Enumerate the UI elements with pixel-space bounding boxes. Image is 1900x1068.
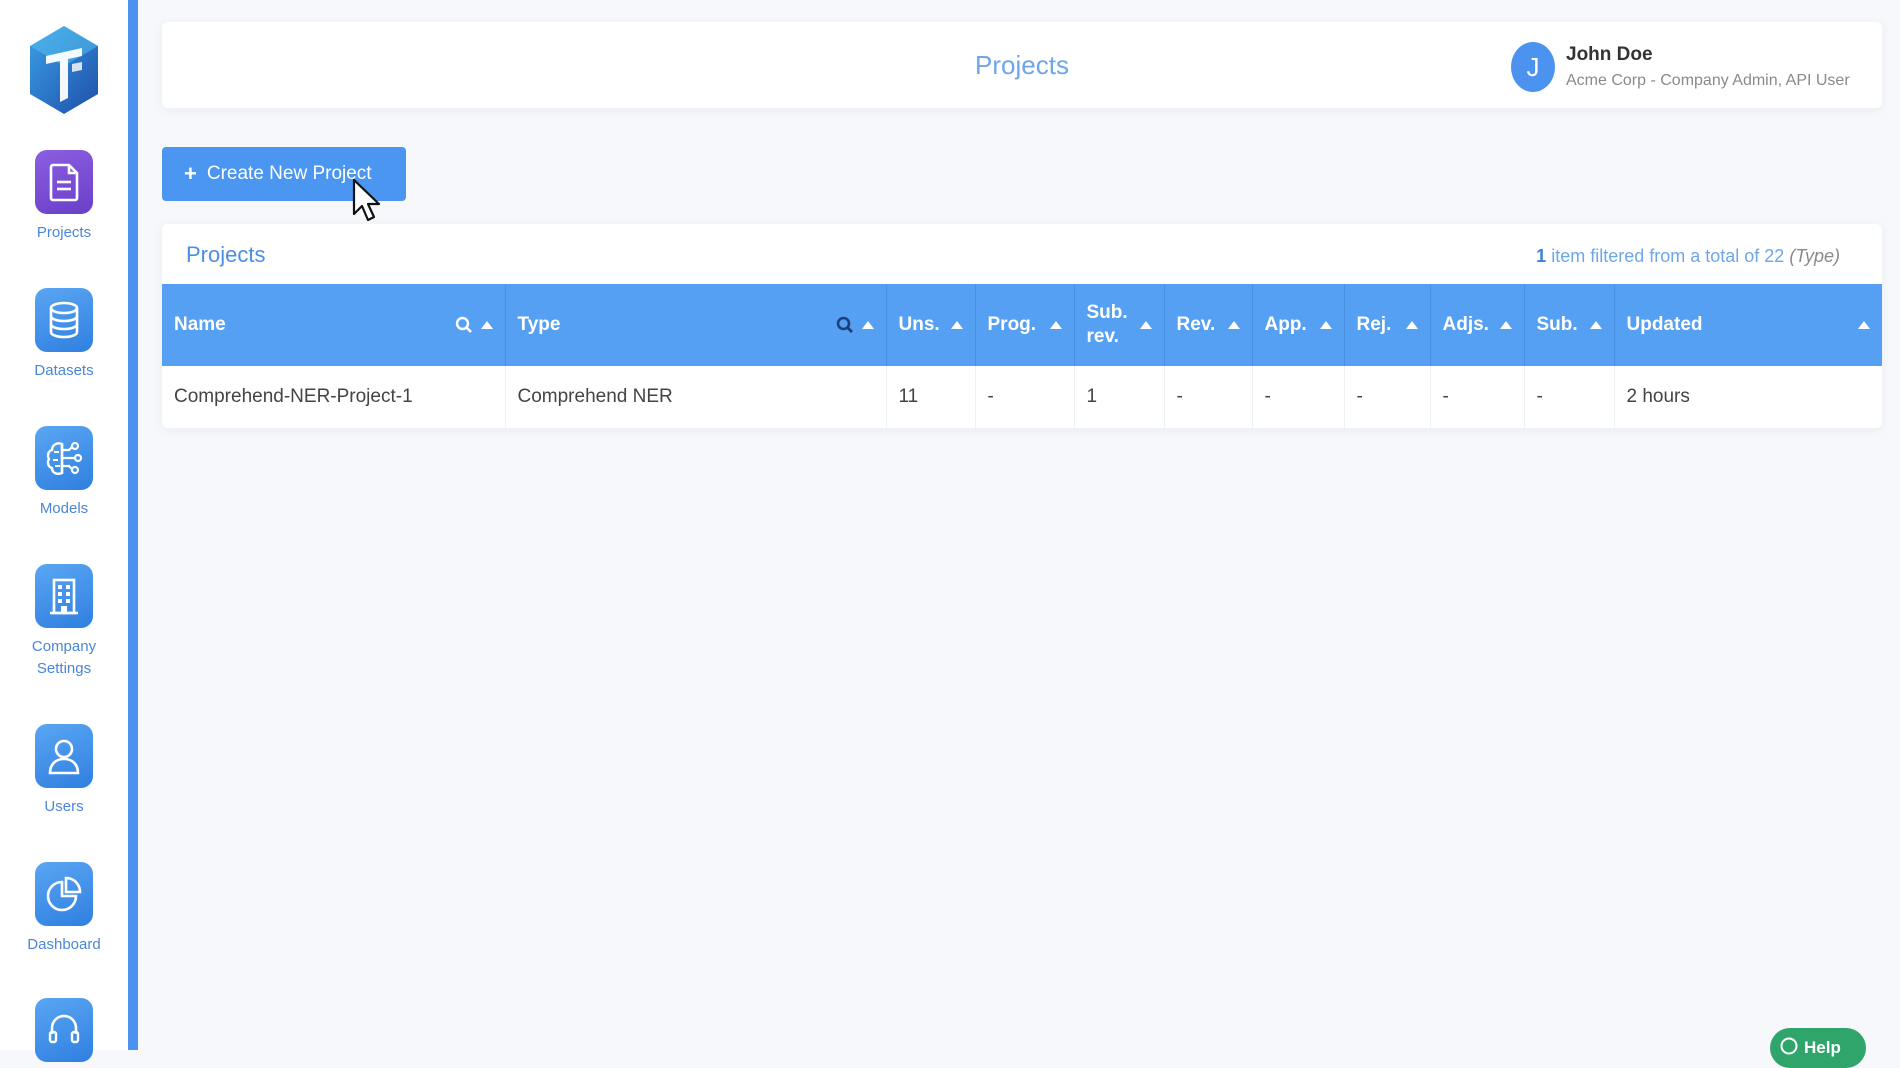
active-filter: (Type) bbox=[1789, 246, 1840, 266]
column-label: Type bbox=[517, 314, 561, 335]
sidebar-item-label: Users bbox=[44, 798, 84, 815]
column-label: Updated bbox=[1626, 314, 1703, 335]
sidebar-item-label: Company Settings bbox=[31, 638, 97, 677]
plus-icon: + bbox=[184, 161, 197, 186]
sort-asc-icon[interactable] bbox=[480, 321, 493, 329]
sort-asc-icon[interactable] bbox=[1049, 321, 1062, 329]
column-header-rev[interactable]: Rev. bbox=[1164, 284, 1253, 366]
cell-updated: 2 hours bbox=[1614, 366, 1882, 428]
sidebar-item-dashboard[interactable]: Dashboard bbox=[0, 862, 128, 956]
sidebar-item-models[interactable]: Models bbox=[0, 426, 128, 520]
create-new-project-label: Create New Project bbox=[206, 163, 372, 184]
sidebar-item-label: Models bbox=[39, 500, 89, 517]
cell-rej: - bbox=[1344, 366, 1431, 428]
column-label: Sub. bbox=[1536, 314, 1578, 335]
cell-type: Comprehend NER bbox=[505, 366, 887, 428]
user-role: Acme Corp - Company Admin, API User bbox=[1566, 72, 1850, 89]
sidebar-item-label: Dashboard bbox=[27, 936, 101, 953]
user-name[interactable]: John Doe bbox=[1566, 44, 1653, 66]
headset-icon bbox=[35, 998, 93, 1062]
sidebar-item-projects[interactable]: Projects bbox=[0, 150, 128, 244]
column-header-uns[interactable]: Uns. bbox=[886, 284, 976, 366]
sort-asc-icon[interactable] bbox=[861, 321, 874, 329]
column-label: Name bbox=[174, 314, 226, 335]
help-label: Help bbox=[1804, 1038, 1841, 1057]
sidebar: Projects Datasets Models Company Setting… bbox=[0, 0, 128, 1062]
sidebar-item-users[interactable]: Users bbox=[0, 724, 128, 818]
create-new-project-button[interactable]: + Create New Project bbox=[162, 147, 406, 201]
cell-prog: - bbox=[975, 366, 1075, 428]
cell-sub: - bbox=[1524, 366, 1615, 428]
sidebar-item-label: Datasets bbox=[34, 362, 94, 379]
projects-panel: Projects 1 item filtered from a total of… bbox=[162, 224, 1882, 428]
cell-name[interactable]: Comprehend-NER-Project-1 bbox=[162, 366, 506, 428]
document-icon bbox=[35, 150, 93, 214]
avatar[interactable]: J bbox=[1511, 42, 1555, 92]
column-label: Rej. bbox=[1356, 314, 1392, 335]
help-icon bbox=[1780, 1037, 1798, 1060]
cell-adjs: - bbox=[1430, 366, 1525, 428]
search-icon[interactable] bbox=[455, 316, 473, 334]
column-header-sub-rev[interactable]: Sub. rev. bbox=[1074, 284, 1165, 366]
brain-icon bbox=[35, 426, 93, 490]
column-label: Sub. rev. bbox=[1086, 302, 1128, 347]
sidebar-item-datasets[interactable]: Datasets bbox=[0, 288, 128, 382]
cell-rev: - bbox=[1164, 366, 1253, 428]
column-label: Uns. bbox=[898, 314, 940, 335]
help-button[interactable]: Help bbox=[1770, 1028, 1866, 1068]
column-label: App. bbox=[1264, 314, 1307, 335]
cell-app: - bbox=[1252, 366, 1345, 428]
sort-asc-icon[interactable] bbox=[1589, 321, 1602, 329]
database-icon bbox=[35, 288, 93, 352]
sidebar-item-label: Projects bbox=[36, 224, 92, 241]
column-header-adjs[interactable]: Adjs. bbox=[1430, 284, 1525, 366]
sidebar-item-company-settings[interactable]: Company Settings bbox=[0, 564, 128, 680]
projects-table: Name Type Uns. Prog. Sub. rev. Rev. App.… bbox=[162, 284, 1882, 428]
sort-asc-icon[interactable] bbox=[1405, 321, 1418, 329]
table-header-row: Name Type Uns. Prog. Sub. rev. Rev. App.… bbox=[162, 284, 1882, 366]
sort-asc-icon[interactable] bbox=[1139, 321, 1152, 329]
sort-asc-icon[interactable] bbox=[1227, 321, 1240, 329]
table-row[interactable]: Comprehend-NER-Project-1 Comprehend NER … bbox=[162, 366, 1882, 428]
cell-sub-rev: 1 bbox=[1074, 366, 1165, 428]
filter-summary-text: item filtered from a total of 22 bbox=[1551, 246, 1785, 266]
column-header-rej[interactable]: Rej. bbox=[1344, 284, 1431, 366]
panel-title: Projects bbox=[186, 242, 266, 267]
column-header-updated[interactable]: Updated bbox=[1614, 284, 1882, 366]
top-header: Projects J John Doe Acme Corp - Company … bbox=[162, 22, 1882, 108]
sort-asc-icon[interactable] bbox=[1858, 321, 1870, 329]
column-header-type[interactable]: Type bbox=[505, 284, 887, 366]
column-header-name[interactable]: Name bbox=[162, 284, 506, 366]
sort-asc-icon[interactable] bbox=[1319, 321, 1332, 329]
column-label: Prog. bbox=[987, 314, 1037, 335]
filter-summary: 1 item filtered from a total of 22 (Type… bbox=[1536, 246, 1840, 267]
column-header-prog[interactable]: Prog. bbox=[975, 284, 1075, 366]
search-icon[interactable] bbox=[836, 316, 854, 334]
building-icon bbox=[35, 564, 93, 628]
cell-uns: 11 bbox=[886, 366, 976, 428]
column-header-app[interactable]: App. bbox=[1252, 284, 1345, 366]
sidebar-item-support[interactable] bbox=[0, 998, 128, 1062]
sort-asc-icon[interactable] bbox=[950, 321, 963, 329]
app-logo[interactable] bbox=[28, 24, 100, 116]
column-header-sub[interactable]: Sub. bbox=[1524, 284, 1615, 366]
pie-chart-icon bbox=[35, 862, 93, 926]
sidebar-divider bbox=[128, 0, 138, 1050]
filtered-count: 1 bbox=[1536, 246, 1547, 266]
sort-asc-icon[interactable] bbox=[1499, 321, 1512, 329]
user-icon bbox=[35, 724, 93, 788]
column-label: Rev. bbox=[1176, 314, 1216, 335]
column-label: Adjs. bbox=[1442, 314, 1489, 335]
